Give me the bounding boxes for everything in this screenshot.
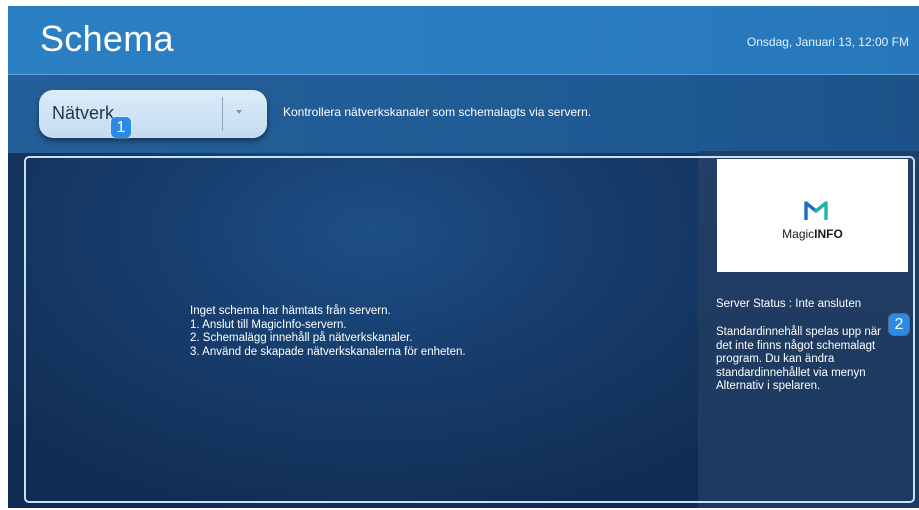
toolbar: Nätverk Kontrollera nätverkskanaler som … bbox=[8, 75, 919, 153]
schedule-content-panel[interactable]: Inget schema har hämtats från servern. 1… bbox=[24, 156, 702, 503]
server-status: Server Status : Inte ansluten bbox=[716, 298, 862, 310]
logo-wordmark: MagicINFO bbox=[782, 227, 843, 241]
magicinfo-logo: MagicINFO bbox=[717, 159, 908, 272]
callout-badge-1: 1 bbox=[111, 117, 131, 138]
chevron-down-icon bbox=[236, 110, 242, 114]
default-content-info: Standardinnehåll spelas upp när det inte… bbox=[716, 326, 881, 392]
callout-badge-2: 2 bbox=[889, 314, 909, 335]
dropdown-separator bbox=[222, 97, 223, 131]
dropdown-value: Nätverk bbox=[52, 103, 115, 123]
info-side-panel: MagicINFO Server Status : Inte ansluten … bbox=[698, 151, 919, 508]
message-line: 2. Schemalägg innehåll på nätverkskanale… bbox=[190, 332, 413, 344]
header-bar: Schema Onsdag, Januari 13, 12:00 FM bbox=[8, 6, 919, 75]
schedule-type-dropdown[interactable]: Nätverk bbox=[39, 90, 267, 138]
schedule-screen: Schema Onsdag, Januari 13, 12:00 FM Nätv… bbox=[8, 6, 919, 508]
message-line: 3. Använd de skapade nätverkskanalerna f… bbox=[190, 345, 466, 358]
message-line: Inget schema har hämtats från servern. bbox=[190, 305, 391, 317]
page-title: Schema bbox=[40, 18, 174, 59]
message-line: 1. Anslut till MagicInfo-servern. bbox=[190, 318, 347, 331]
date-time: Onsdag, Januari 13, 12:00 FM bbox=[746, 35, 909, 49]
toolbar-description: Kontrollera nätverkskanaler som schemala… bbox=[283, 105, 592, 119]
empty-schedule-message: Inget schema har hämtats från servern. 1… bbox=[190, 305, 466, 359]
magicinfo-logo-icon bbox=[804, 201, 828, 220]
